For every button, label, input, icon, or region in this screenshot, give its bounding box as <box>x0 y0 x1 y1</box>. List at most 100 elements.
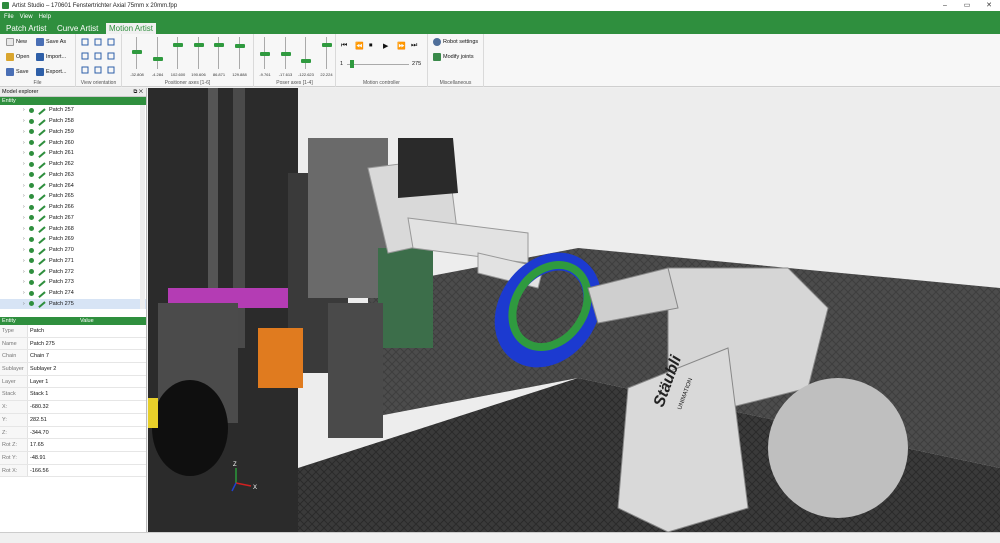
frame-slider-knob[interactable] <box>350 60 355 68</box>
menu-view[interactable]: View <box>20 14 33 20</box>
positioner-slider-5[interactable]: 86.871 <box>213 37 225 77</box>
property-value[interactable]: -680.32 <box>28 401 49 413</box>
visibility-icon[interactable] <box>29 118 34 124</box>
menu-file[interactable]: File <box>4 14 14 20</box>
visibility-icon[interactable] <box>29 290 34 296</box>
tab-patch-artist[interactable]: Patch Artist <box>3 23 49 34</box>
property-value[interactable]: Patch 275 <box>28 338 55 350</box>
property-value[interactable]: -166.56 <box>28 465 49 477</box>
visibility-icon[interactable] <box>29 301 34 307</box>
tree-item[interactable]: › Patch 263 <box>0 170 146 181</box>
export-button[interactable]: Export... <box>36 68 66 76</box>
visibility-icon[interactable] <box>29 204 34 210</box>
tree-item[interactable]: › Patch 262 <box>0 159 146 170</box>
positioner-slider-knob[interactable] <box>234 44 245 48</box>
view-right-icon[interactable] <box>81 52 89 60</box>
stop-icon[interactable]: ⏹ <box>369 42 373 50</box>
view-front-icon[interactable] <box>81 38 89 46</box>
tree-item[interactable]: › Patch 268 <box>0 223 146 234</box>
visibility-icon[interactable] <box>29 150 34 156</box>
tree-item[interactable]: › Patch 267 <box>0 213 146 224</box>
tree-item[interactable]: › Patch 271 <box>0 256 146 267</box>
edit-icon[interactable] <box>36 116 46 126</box>
tab-motion-artist[interactable]: Motion Artist <box>106 23 157 34</box>
edit-icon[interactable] <box>36 288 46 298</box>
menu-help[interactable]: Help <box>39 14 51 20</box>
view-iso2-icon[interactable] <box>94 66 102 74</box>
poser-slider-4[interactable]: 22.224 <box>320 37 333 77</box>
edit-icon[interactable] <box>36 181 46 191</box>
edit-icon[interactable] <box>36 277 46 287</box>
edit-icon[interactable] <box>36 170 46 180</box>
edit-icon[interactable] <box>36 127 46 137</box>
visibility-icon[interactable] <box>29 107 34 113</box>
tree-item[interactable]: › Patch 260 <box>0 137 146 148</box>
play-icon[interactable]: ▶ <box>383 42 388 50</box>
visibility-icon[interactable] <box>29 161 34 167</box>
visibility-icon[interactable] <box>29 215 34 221</box>
edit-icon[interactable] <box>36 105 46 115</box>
poser-slider-knob[interactable] <box>260 52 270 57</box>
edit-icon[interactable] <box>36 202 46 212</box>
visibility-icon[interactable] <box>29 193 34 199</box>
positioner-slider-4[interactable]: 190.606 <box>191 37 206 77</box>
positioner-slider-1[interactable]: -32.808 <box>130 37 144 77</box>
visibility-icon[interactable] <box>29 183 34 189</box>
edit-icon[interactable] <box>36 191 46 201</box>
tree-item[interactable]: › Patch 270 <box>0 245 146 256</box>
view-left-icon[interactable] <box>107 38 115 46</box>
poser-slider-3[interactable]: -122.623 <box>298 37 314 77</box>
import-button[interactable]: Import... <box>36 53 66 61</box>
positioner-slider-knob[interactable] <box>152 56 163 61</box>
property-value[interactable]: Stack 1 <box>28 388 48 400</box>
edit-icon[interactable] <box>36 224 46 234</box>
positioner-slider-knob[interactable] <box>132 49 142 54</box>
tree-item[interactable]: › Patch 265 <box>0 191 146 202</box>
tree-item[interactable]: › Patch 264 <box>0 180 146 191</box>
property-value[interactable]: Layer 1 <box>28 376 48 388</box>
visibility-icon[interactable] <box>29 172 34 178</box>
tree-scrollbar[interactable] <box>140 105 145 309</box>
edit-icon[interactable] <box>36 267 46 277</box>
property-value[interactable]: 17.65 <box>28 439 44 451</box>
panel-close-icon[interactable]: ⧉ ✕ <box>133 88 143 97</box>
edit-icon[interactable] <box>36 234 46 244</box>
property-value[interactable]: -48.91 <box>28 452 46 464</box>
edit-icon[interactable] <box>36 213 46 223</box>
visibility-icon[interactable] <box>29 258 34 264</box>
tree-item[interactable]: › Patch 269 <box>0 234 146 245</box>
property-value[interactable]: Sublayer 2 <box>28 363 56 375</box>
view-fit-icon[interactable] <box>107 66 115 74</box>
frame-slider-track[interactable] <box>347 64 409 65</box>
positioner-slider-knob[interactable] <box>193 42 204 47</box>
property-value[interactable]: 282.51 <box>28 414 47 426</box>
edit-icon[interactable] <box>36 245 46 255</box>
new-button[interactable]: New <box>6 38 27 46</box>
edit-icon[interactable] <box>36 159 46 169</box>
maximize-icon[interactable]: ▭ <box>956 0 978 11</box>
edit-icon[interactable] <box>36 148 46 158</box>
edit-icon[interactable] <box>36 138 46 148</box>
edit-icon[interactable] <box>36 256 46 266</box>
tree-item[interactable]: › Patch 274 <box>0 288 146 299</box>
first-frame-icon[interactable]: ⏮ <box>341 42 347 50</box>
poser-slider-knob[interactable] <box>301 59 311 64</box>
save-as-button[interactable]: Save As <box>36 38 66 46</box>
3d-viewport[interactable]: Stäubli UNIMATION Z X <box>148 88 1000 532</box>
visibility-icon[interactable] <box>29 269 34 275</box>
tree-item[interactable]: › Patch 257 <box>0 105 146 116</box>
visibility-icon[interactable] <box>29 140 34 146</box>
tree-item[interactable]: › Patch 275 <box>0 298 146 309</box>
previous-frame-icon[interactable]: ⏪ <box>355 42 364 50</box>
view-iso-icon[interactable] <box>81 66 89 74</box>
minimize-icon[interactable]: – <box>934 0 956 11</box>
edit-icon[interactable] <box>36 299 46 309</box>
visibility-icon[interactable] <box>29 279 34 285</box>
tree-item[interactable]: › Patch 272 <box>0 266 146 277</box>
poser-slider-1[interactable]: -9.761 <box>259 37 271 77</box>
tree-item[interactable]: › Patch 259 <box>0 127 146 138</box>
visibility-icon[interactable] <box>29 247 34 253</box>
view-top-icon[interactable] <box>94 52 102 60</box>
positioner-slider-3[interactable]: 102.600 <box>171 37 185 77</box>
property-value[interactable]: Chain 7 <box>28 350 49 362</box>
